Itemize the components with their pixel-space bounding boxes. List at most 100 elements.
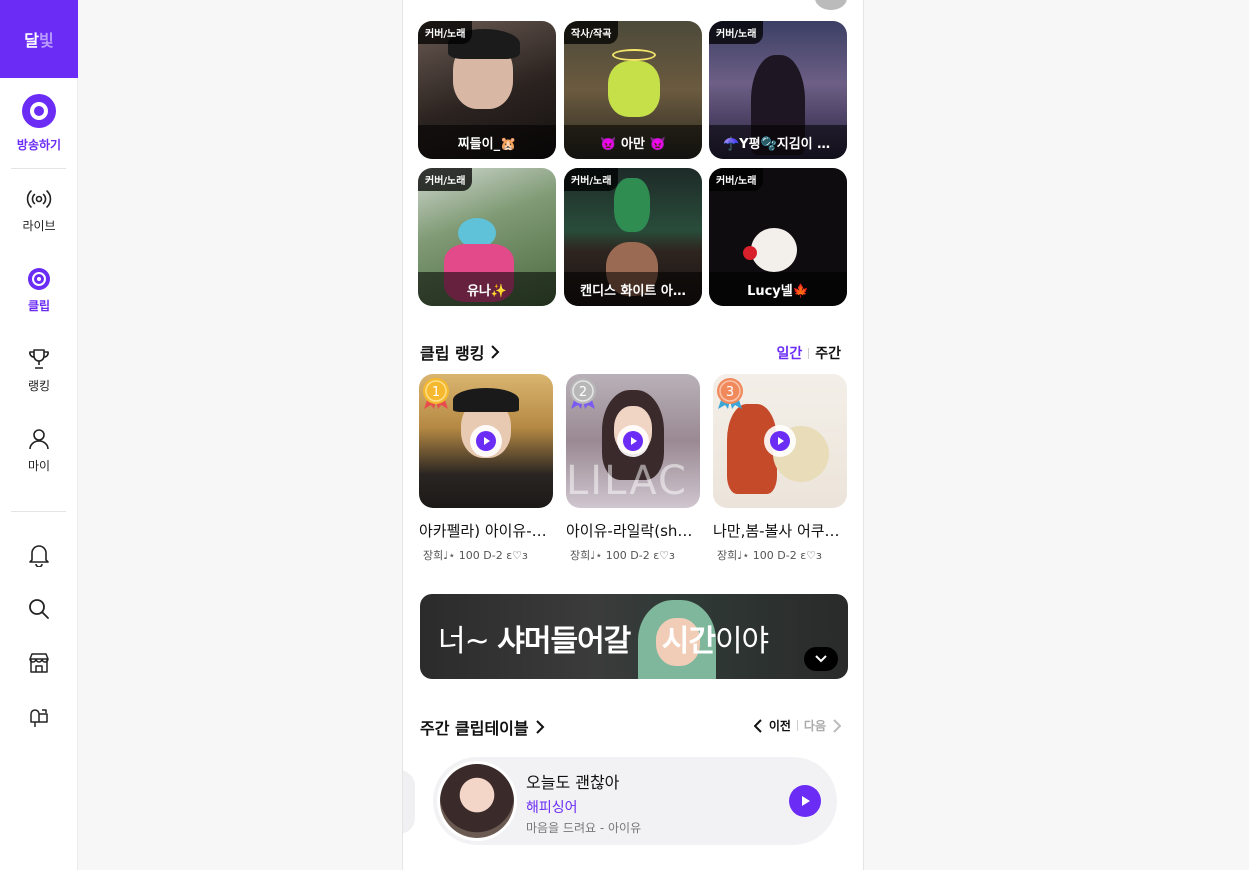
ranking-item-title: 아카펠라) 아이유-… [419, 522, 547, 540]
tab-divider [808, 347, 810, 359]
sidebar-item-live[interactable]: 라이브 [0, 169, 78, 249]
banner-text-part: 샤머들어갈 [497, 624, 640, 659]
play-button[interactable] [470, 425, 502, 457]
next-button[interactable]: 다음 [804, 717, 826, 734]
main-content: 커버/노래 찌들이_🐹 작사/작곡 👿 아만 👿 커버/노래 ☂️Y평🫧지김이 … [402, 0, 864, 870]
clip-grid-item[interactable]: 커버/노래 캔디스 화이트 아… [564, 168, 702, 306]
clip-thumbnail [453, 388, 519, 412]
rank-number: 1 [432, 385, 440, 400]
mailbox-button[interactable] [0, 690, 78, 744]
logo-text-accent: 빛 [39, 31, 54, 50]
rank-medal-icon: 2 [570, 378, 596, 409]
ranking-item-title: 나만,봄-볼사 어쿠… [713, 522, 840, 540]
clip-thumbnail [751, 228, 797, 272]
sidebar-item-label: 클립 [27, 299, 51, 313]
clip-thumbnail [608, 61, 660, 117]
banner-text-part: 이야 [714, 624, 769, 659]
clip-streamer-name: Lucy넬🍁 [709, 272, 847, 306]
clip-grid-item[interactable]: 커버/노래 찌들이_🐹 [418, 21, 556, 159]
clip-icon [24, 264, 54, 294]
chevron-right-icon [491, 345, 500, 359]
broadcast-label: 방송하기 [16, 137, 62, 152]
chevron-down-icon [815, 655, 827, 663]
store-button[interactable] [0, 636, 78, 690]
category-badge: 작사/작곡 [564, 21, 619, 44]
clip-grid-item[interactable]: 커버/노래 ☂️Y평🫧지김이 … [709, 21, 847, 159]
clip-streamer-name: 찌들이_🐹 [418, 125, 556, 159]
search-button[interactable] [0, 582, 78, 636]
category-badge: 커버/노래 [709, 21, 764, 44]
category-badge: 커버/노래 [709, 168, 764, 191]
avatar [437, 761, 517, 841]
banner-text: 너~ 샤머들어갈 시간이야 [438, 616, 769, 660]
play-button[interactable] [789, 785, 821, 817]
play-icon [623, 431, 643, 451]
sidebar: 달빛 방송하기 라이브 클립 랭킹 마이 [0, 0, 78, 870]
search-icon [24, 594, 54, 624]
ranking-item[interactable]: LILAC 2 아이유-라일락(sh… 장희♩⋆ 100 D-2 ε♡з [566, 374, 700, 563]
ranking-section-title[interactable]: 클립 랭킹 [420, 340, 500, 364]
rank-number: 2 [579, 385, 587, 400]
play-icon [476, 431, 496, 451]
ranking-item-meta: 장희♩⋆ 100 D-2 ε♡з [423, 549, 528, 562]
clip-grid-item[interactable]: 커버/노래 Lucy넬🍁 [709, 168, 847, 306]
thumbnail-text: LILAC [566, 458, 688, 504]
play-button[interactable] [764, 425, 796, 457]
category-badge: 커버/노래 [564, 168, 619, 191]
ranking-item-meta: 장희♩⋆ 100 D-2 ε♡з [570, 549, 675, 562]
notifications-button[interactable] [0, 528, 78, 582]
user-icon [24, 424, 54, 454]
clip-thumbnail [743, 246, 757, 260]
prev-card-peek[interactable] [403, 770, 415, 834]
broadcast-icon [22, 93, 56, 128]
play-icon [802, 796, 810, 806]
tab-daily[interactable]: 일간 [776, 343, 802, 363]
table-card-title: 오늘도 괜찮아 [526, 773, 620, 792]
weekly-table-title: 주간 클립테이블 [420, 719, 529, 738]
store-icon [24, 648, 54, 678]
rank-medal-icon: 1 [423, 378, 449, 409]
clip-thumbnail [612, 49, 656, 61]
pager-divider [796, 720, 798, 731]
clip-grid-item[interactable]: 작사/작곡 👿 아만 👿 [564, 21, 702, 159]
clip-thumbnail [614, 178, 650, 232]
clip-streamer-name: 👿 아만 👿 [564, 125, 702, 159]
weekly-table-card[interactable]: 오늘도 괜찮아 해피싱어 마음을 드려요 - 아이유 [433, 757, 837, 845]
rank-number: 3 [726, 385, 734, 400]
category-badge: 커버/노래 [418, 21, 473, 44]
section-more-button[interactable] [815, 0, 847, 10]
collapse-button[interactable] [804, 647, 838, 671]
chevron-right-icon [535, 720, 545, 734]
logo[interactable]: 달빛 [0, 0, 78, 78]
broadcast-button[interactable]: 방송하기 [0, 78, 78, 168]
logo-text: 달 [24, 31, 39, 50]
sidebar-item-my[interactable]: 마이 [0, 409, 78, 489]
rank-medal-icon: 3 [717, 378, 743, 409]
clip-streamer-name: 유나✨ [418, 272, 556, 306]
promo-banner[interactable]: 너~ 샤머들어갈 시간이야 [420, 594, 848, 679]
banner-text-part: 너~ [438, 624, 498, 659]
tab-weekly[interactable]: 주간 [815, 343, 841, 363]
sidebar-item-clip[interactable]: 클립 [0, 249, 78, 329]
ranking-item[interactable]: 3 나만,봄-볼사 어쿠… 장희♩⋆ 100 D-2 ε♡з [713, 374, 847, 563]
weekly-table-section-title[interactable]: 주간 클립테이블 [420, 715, 545, 739]
chevron-left-icon [753, 718, 762, 733]
prev-button[interactable]: 이전 [769, 717, 791, 734]
mailbox-icon [24, 702, 54, 732]
sidebar-item-label: 마이 [27, 459, 51, 473]
play-icon [770, 431, 790, 451]
ranking-tabs: 일간 주간 [776, 343, 841, 363]
play-button[interactable] [617, 425, 649, 457]
ranking-item[interactable]: 1 아카펠라) 아이유-… 장희♩⋆ 100 D-2 ε♡з [419, 374, 553, 563]
banner-text-part: 시간 [661, 624, 716, 659]
category-badge: 커버/노래 [418, 168, 473, 191]
chevron-right-icon [833, 718, 841, 733]
sidebar-item-label: 랭킹 [27, 379, 51, 393]
avatar-image [440, 764, 514, 838]
broadcast-icon [24, 184, 54, 214]
sidebar-item-ranking[interactable]: 랭킹 [0, 329, 78, 409]
clip-streamer-name: 캔디스 화이트 아… [564, 272, 702, 306]
clip-grid-item[interactable]: 커버/노래 유나✨ [418, 168, 556, 306]
ranking-title: 클립 랭킹 [420, 344, 485, 363]
ranking-item-meta: 장희♩⋆ 100 D-2 ε♡з [717, 549, 822, 562]
